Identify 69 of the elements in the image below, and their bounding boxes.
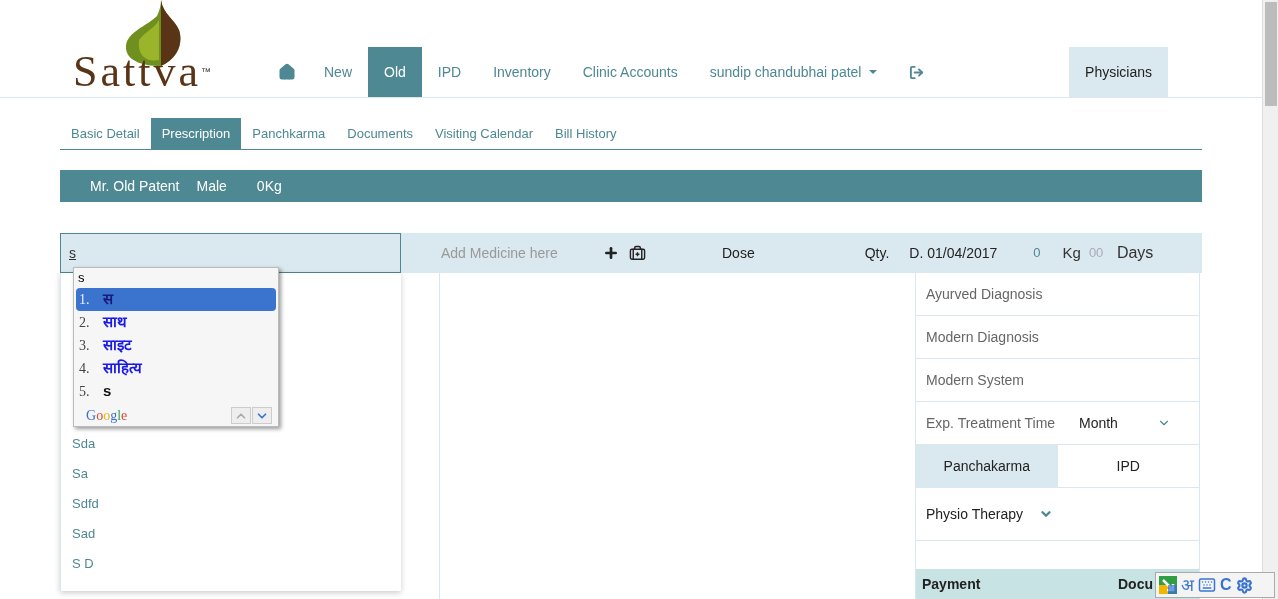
ime-candidate[interactable]: 3. साइट [76, 334, 276, 357]
input-tools-icon[interactable] [1159, 576, 1177, 594]
candidate-number: 1. [79, 291, 91, 309]
sub-tab[interactable]: Prescription [150, 118, 242, 149]
suggestion-item[interactable]: Sda [61, 429, 401, 459]
treatment-time-label: Exp. Treatment Time [926, 413, 1056, 433]
physicians-button[interactable]: Physicians [1069, 47, 1168, 97]
patient-name: Mr. Old Patent [90, 176, 180, 196]
treatment-time-select[interactable]: Month [1079, 412, 1171, 434]
medical-kit-icon[interactable] [629, 244, 646, 262]
ime-candidate[interactable]: 2. साथ [76, 311, 276, 334]
patient-gender: Male [196, 176, 227, 196]
candidate-text: s [103, 381, 112, 402]
add-icon[interactable] [603, 245, 619, 261]
trademark: ™ [201, 65, 211, 79]
caret-icon [869, 70, 878, 74]
scrollbar[interactable] [1262, 0, 1278, 599]
sub-tab[interactable]: Bill History [544, 118, 628, 149]
sub-tab[interactable]: Documents [336, 118, 424, 149]
settings-icon[interactable] [1235, 576, 1253, 594]
search-field[interactable]: s [60, 233, 401, 273]
diagnosis-field[interactable]: Ayurved Diagnosis [916, 273, 1199, 316]
candidate-text: साथ [103, 312, 127, 333]
language-button[interactable]: अ [1181, 576, 1194, 594]
ime-candidate[interactable]: 1. स [76, 288, 276, 311]
patient-weight: 0Kg [256, 176, 282, 196]
column-header: Docu [1118, 575, 1153, 594]
column-header: Payment [922, 575, 981, 594]
user-menu[interactable]: sundip chandubhai patel [693, 47, 894, 97]
suggestion-item[interactable]: Sdfd [61, 489, 401, 519]
nav-link[interactable]: Clinic Accounts [566, 47, 694, 97]
dose-label: Dose [722, 243, 755, 263]
candidate-number: 4. [79, 360, 91, 378]
home-icon [278, 63, 296, 81]
nav-link[interactable]: Old [368, 47, 422, 97]
date-label: D. 01/04/2017 [909, 243, 998, 263]
qty-label: Qty. [864, 243, 890, 263]
ime-candidate[interactable]: 4. साहित्य [76, 357, 276, 380]
next-page-button[interactable] [252, 407, 272, 424]
mode-button[interactable]: C [1220, 577, 1232, 593]
nav-link[interactable]: Inventory [477, 47, 567, 97]
google-logo: Google [86, 407, 128, 425]
brand-name: Sattva [73, 50, 201, 94]
weight-value: 0 [1033, 244, 1041, 263]
candidate-text: साहित्य [103, 358, 142, 379]
sub-tab[interactable]: Panchkarma [241, 118, 337, 149]
toggle-tab[interactable]: Panchakarma [916, 445, 1058, 487]
candidate-number: 5. [79, 383, 91, 401]
suggestion-item[interactable]: S D [61, 549, 401, 579]
days-field[interactable]: 00 [1088, 243, 1111, 263]
candidate-number: 2. [79, 314, 91, 332]
medicine-field[interactable]: Add Medicine here [441, 242, 591, 264]
physio-therapy-toggle[interactable]: Physio Therapy [916, 488, 1199, 541]
diagnosis-field[interactable]: Modern System [916, 359, 1199, 402]
candidate-number: 3. [79, 337, 91, 355]
weight-unit: Kg [1062, 242, 1081, 263]
keyboard-icon[interactable] [1198, 576, 1216, 594]
days-label: Days [1116, 243, 1154, 263]
nav-link[interactable]: IPD [421, 47, 478, 97]
suggestion-item[interactable]: Sad [61, 519, 401, 549]
suggestion-item[interactable]: Sa [61, 459, 401, 489]
logout-icon [909, 64, 925, 80]
candidate-text: स [103, 289, 113, 310]
diagnosis-field[interactable]: Modern Diagnosis [916, 316, 1199, 359]
nav-link[interactable]: New [308, 47, 368, 97]
candidate-text: साइट [103, 335, 132, 356]
ime-candidate[interactable]: 5. s [76, 380, 276, 403]
sub-tab[interactable]: Visiting Calendar [424, 118, 545, 149]
sub-tab[interactable]: Basic Detail [60, 118, 151, 149]
